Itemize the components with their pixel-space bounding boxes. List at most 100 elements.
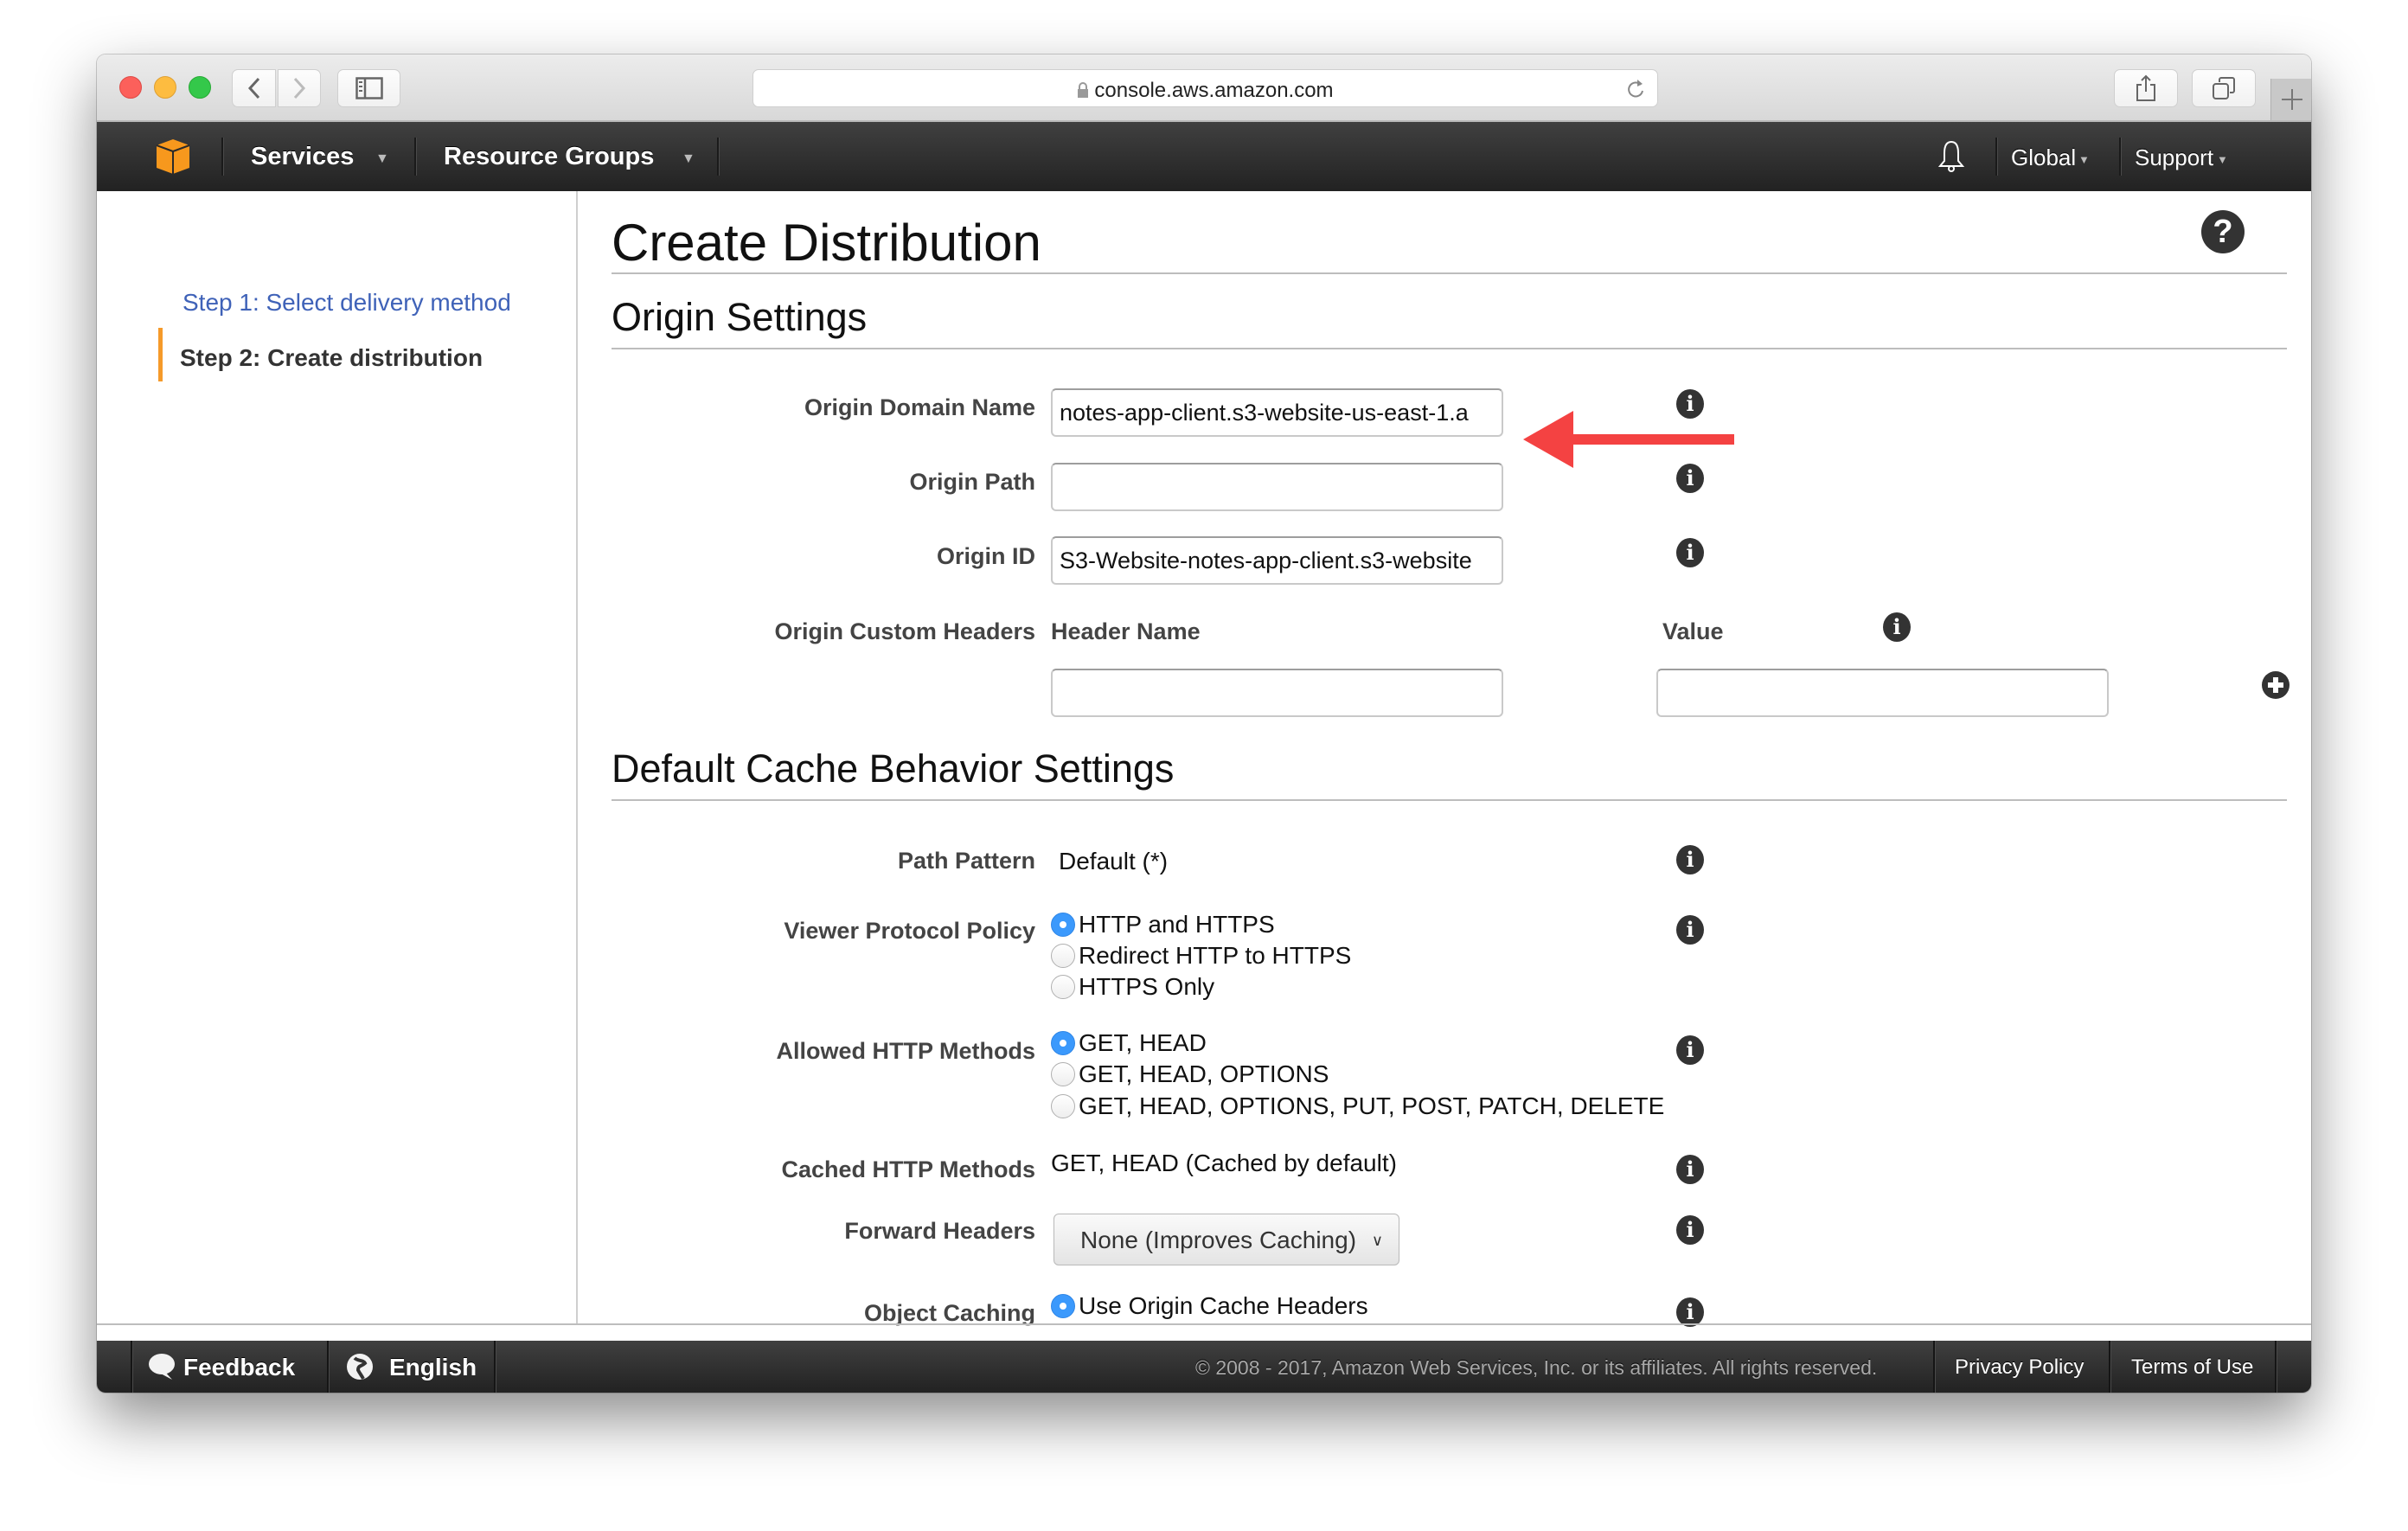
zoom-window-button[interactable] bbox=[189, 76, 211, 99]
value-column-label: Value bbox=[1662, 618, 1724, 644]
support-menu[interactable]: Support bbox=[2135, 144, 2213, 171]
radio-label: HTTP and HTTPS bbox=[1079, 911, 1275, 938]
copyright-text: © 2008 - 2017, Amazon Web Services, Inc.… bbox=[1195, 1356, 1878, 1379]
step-1-link[interactable]: Step 1: Select delivery method bbox=[183, 289, 511, 317]
address-bar[interactable]: console.aws.amazon.com bbox=[752, 69, 1658, 107]
chevron-left-icon bbox=[247, 77, 259, 99]
plus-circle-icon bbox=[2268, 677, 2283, 693]
path-pattern-label: Path Pattern bbox=[897, 848, 1035, 874]
aws-cube-icon[interactable] bbox=[156, 138, 190, 175]
sidebar-icon bbox=[355, 77, 383, 99]
path-pattern-value: Default (*) bbox=[1059, 848, 1169, 874]
footer-divider bbox=[494, 1341, 496, 1393]
info-icon[interactable]: i bbox=[1676, 915, 1704, 945]
origin-domain-name-input[interactable] bbox=[1051, 388, 1503, 437]
language-selector[interactable]: English bbox=[389, 1354, 477, 1381]
globe-icon bbox=[347, 1354, 373, 1380]
chevron-down-icon: ▼ bbox=[375, 151, 389, 166]
chevron-down-icon: ▼ bbox=[2217, 153, 2228, 166]
privacy-policy-link[interactable]: Privacy Policy bbox=[1955, 1355, 2084, 1380]
info-icon[interactable]: i bbox=[1676, 1215, 1704, 1245]
origin-id-input[interactable] bbox=[1051, 536, 1503, 585]
footer-divider bbox=[1933, 1341, 1936, 1393]
plus-icon bbox=[2281, 89, 2302, 110]
url-display: console.aws.amazon.com bbox=[753, 79, 1657, 103]
terms-of-use-link[interactable]: Terms of Use bbox=[2131, 1355, 2253, 1380]
nav-divider bbox=[1995, 138, 1998, 176]
help-icon[interactable]: ? bbox=[2201, 210, 2245, 253]
speech-bubble-icon bbox=[149, 1354, 175, 1380]
origin-path-label: Origin Path bbox=[909, 469, 1035, 495]
header-name-column-label: Header Name bbox=[1051, 618, 1201, 644]
footer-divider bbox=[327, 1341, 330, 1393]
bell-icon[interactable] bbox=[1937, 139, 1965, 174]
radio-all-methods[interactable] bbox=[1051, 1094, 1075, 1118]
forward-headers-select[interactable]: None (Improves Caching) ∨ bbox=[1054, 1214, 1399, 1265]
reload-icon[interactable] bbox=[1626, 78, 1645, 100]
origin-settings-heading: Origin Settings bbox=[612, 295, 868, 339]
cached-http-methods-label: Cached HTTP Methods bbox=[781, 1156, 1035, 1182]
aws-top-nav: Services ▼ Resource Groups ▼ Global ▼ Su… bbox=[97, 122, 2311, 191]
chevron-down-icon: ▼ bbox=[2078, 153, 2090, 166]
close-window-button[interactable] bbox=[119, 76, 142, 99]
show-tabs-button[interactable] bbox=[2192, 69, 2256, 107]
wizard-steps-sidebar: Step 1: Select delivery method Step 2: C… bbox=[97, 191, 578, 1325]
radio-get-head-options[interactable] bbox=[1051, 1062, 1075, 1086]
footer-divider bbox=[131, 1341, 133, 1393]
origin-path-input[interactable] bbox=[1051, 463, 1503, 511]
info-icon[interactable]: i bbox=[1676, 1155, 1704, 1184]
share-button[interactable] bbox=[2114, 69, 2178, 107]
browser-toolbar: console.aws.amazon.com bbox=[97, 54, 2311, 122]
radio-use-origin-cache-headers[interactable] bbox=[1051, 1294, 1075, 1318]
info-icon[interactable]: i bbox=[1676, 845, 1704, 874]
nav-divider bbox=[717, 138, 720, 176]
allowed-http-methods-label: Allowed HTTP Methods bbox=[776, 1038, 1035, 1064]
active-step-indicator bbox=[158, 328, 163, 381]
step-2-current: Step 2: Create distribution bbox=[180, 344, 484, 371]
page-title: Create Distribution bbox=[612, 214, 1041, 272]
footer-divider bbox=[2109, 1341, 2111, 1393]
new-tab-button[interactable] bbox=[2270, 79, 2311, 120]
origin-id-label: Origin ID bbox=[937, 543, 1035, 569]
resource-groups-menu[interactable]: Resource Groups bbox=[444, 143, 654, 171]
forward-button[interactable] bbox=[278, 69, 321, 107]
header-name-input[interactable] bbox=[1051, 669, 1503, 717]
info-icon[interactable]: i bbox=[1676, 1297, 1704, 1327]
region-menu[interactable]: Global bbox=[2011, 144, 2076, 171]
nav-divider bbox=[221, 138, 224, 176]
chevron-down-icon: ∨ bbox=[1371, 1232, 1383, 1249]
radio-label: GET, HEAD, OPTIONS bbox=[1079, 1060, 1329, 1087]
info-icon[interactable]: i bbox=[1676, 538, 1704, 567]
radio-label: Redirect HTTP to HTTPS bbox=[1079, 942, 1352, 969]
footer-divider bbox=[2275, 1341, 2277, 1393]
console-footer: Feedback English © 2008 - 2017, Amazon W… bbox=[97, 1341, 2311, 1393]
radio-http-and-https[interactable] bbox=[1051, 913, 1075, 937]
viewer-protocol-policy-label: Viewer Protocol Policy bbox=[784, 918, 1035, 944]
feedback-link[interactable]: Feedback bbox=[183, 1354, 295, 1381]
cached-http-methods-value: GET, HEAD (Cached by default) bbox=[1051, 1150, 1397, 1176]
info-icon[interactable]: i bbox=[1676, 1035, 1704, 1065]
origin-custom-headers-label: Origin Custom Headers bbox=[774, 618, 1035, 644]
radio-redirect-http-to-https[interactable] bbox=[1051, 944, 1075, 968]
section-divider bbox=[612, 799, 2287, 801]
radio-label: Use Origin Cache Headers bbox=[1079, 1292, 1368, 1319]
tabs-icon bbox=[2213, 77, 2235, 99]
origin-domain-name-label: Origin Domain Name bbox=[804, 394, 1035, 420]
minimize-window-button[interactable] bbox=[154, 76, 176, 99]
nav-divider bbox=[414, 138, 417, 176]
radio-label: GET, HEAD, OPTIONS, PUT, POST, PATCH, DE… bbox=[1079, 1092, 1665, 1119]
radio-https-only[interactable] bbox=[1051, 975, 1075, 999]
sidebar-toggle-button[interactable] bbox=[337, 69, 400, 107]
services-menu[interactable]: Services bbox=[251, 143, 354, 171]
section-divider bbox=[612, 348, 2287, 349]
header-value-input[interactable] bbox=[1656, 669, 2109, 717]
title-divider bbox=[612, 272, 2287, 274]
nav-divider bbox=[2119, 138, 2122, 176]
info-icon[interactable]: i bbox=[1676, 464, 1704, 493]
info-icon[interactable]: i bbox=[1883, 612, 1911, 642]
radio-get-head[interactable] bbox=[1051, 1031, 1075, 1055]
chevron-right-icon bbox=[293, 77, 306, 99]
back-button[interactable] bbox=[232, 69, 276, 107]
add-header-button[interactable] bbox=[2262, 671, 2290, 699]
footer-divider bbox=[97, 1323, 2311, 1325]
